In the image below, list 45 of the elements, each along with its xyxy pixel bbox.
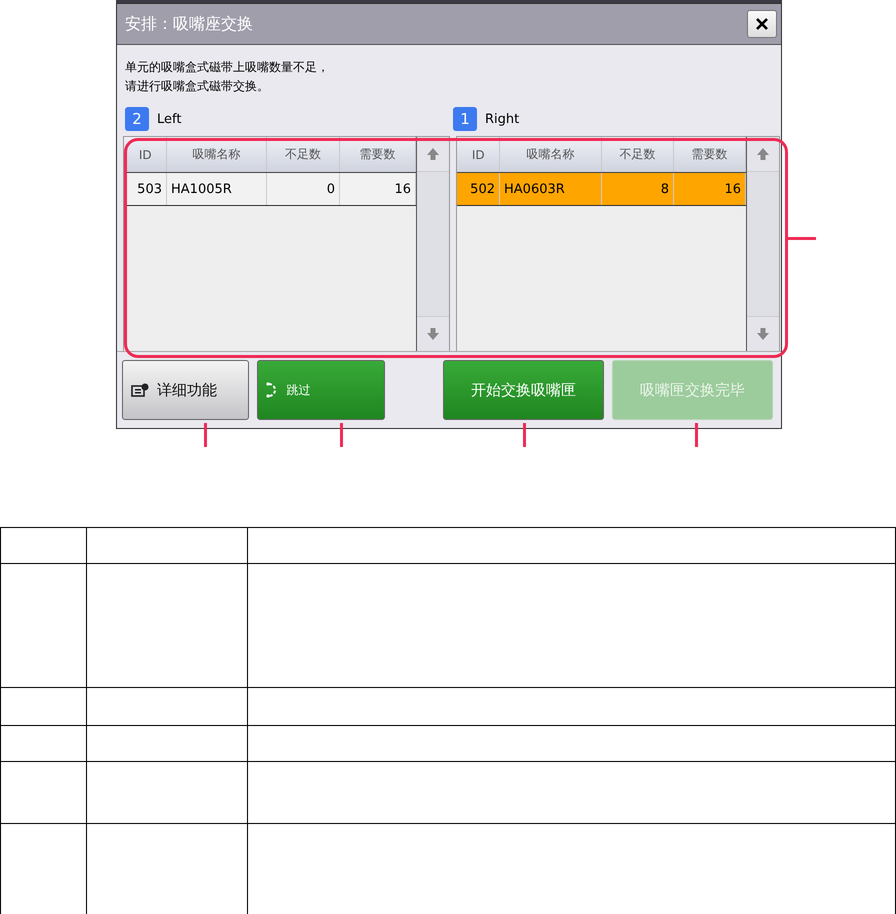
scroll-up-button[interactable]	[747, 137, 779, 172]
table-cell: 16	[340, 173, 416, 205]
table-cell: 0	[267, 173, 340, 205]
column-header: 不足数	[267, 137, 340, 172]
skip-button[interactable]: 跳过	[257, 360, 385, 420]
down-arrow-icon	[426, 327, 440, 341]
up-arrow-icon	[426, 147, 440, 161]
number-badge: 1	[453, 107, 477, 131]
leader-line	[204, 423, 207, 447]
column-header: 吸嘴名称	[500, 137, 602, 172]
down-arrow-icon	[756, 327, 770, 341]
table-row[interactable]: 503 HA1005R 0 16	[124, 173, 416, 206]
scroll-down-button[interactable]	[417, 316, 449, 351]
detail-button[interactable]: 详细功能	[122, 360, 250, 420]
close-button[interactable]	[747, 10, 777, 38]
scroll-down-button[interactable]	[747, 316, 779, 351]
side-label: Left	[157, 112, 182, 126]
table-cell: HA1005R	[167, 173, 267, 205]
side-label: Right	[485, 112, 520, 126]
table-cell: 503	[124, 173, 167, 205]
leader-line	[695, 423, 698, 447]
message-text: 请进行吸嘴盒式磁带交换。	[125, 78, 269, 95]
leader-line	[523, 423, 526, 447]
table-row[interactable]: 502 HA0603R 8 16	[457, 173, 746, 206]
skip-icon	[266, 381, 278, 399]
close-icon	[756, 18, 768, 30]
table-cell: 16	[674, 173, 746, 205]
table-cell: 502	[457, 173, 500, 205]
message-text: 单元的吸嘴盒式磁带上吸嘴数量不足，	[125, 59, 329, 76]
column-header: 不足数	[602, 137, 674, 172]
table-cell: 8	[602, 173, 674, 205]
column-header: ID	[457, 137, 500, 172]
number-badge: 2	[125, 107, 149, 131]
clipboard-icon	[131, 383, 149, 397]
dialog-title: 安排：吸嘴座交换	[125, 14, 253, 34]
action-button[interactable]: 开始交换吸嘴匣	[442, 360, 604, 420]
column-header: 需要数	[340, 137, 416, 172]
up-arrow-icon	[756, 147, 770, 161]
leader-line	[785, 237, 816, 240]
leader-line	[340, 423, 343, 447]
table-cell: HA0603R	[500, 173, 602, 205]
column-header: 需要数	[674, 137, 746, 172]
column-header: 吸嘴名称	[167, 137, 268, 172]
scroll-up-button[interactable]	[417, 137, 449, 172]
column-header: ID	[124, 137, 168, 172]
